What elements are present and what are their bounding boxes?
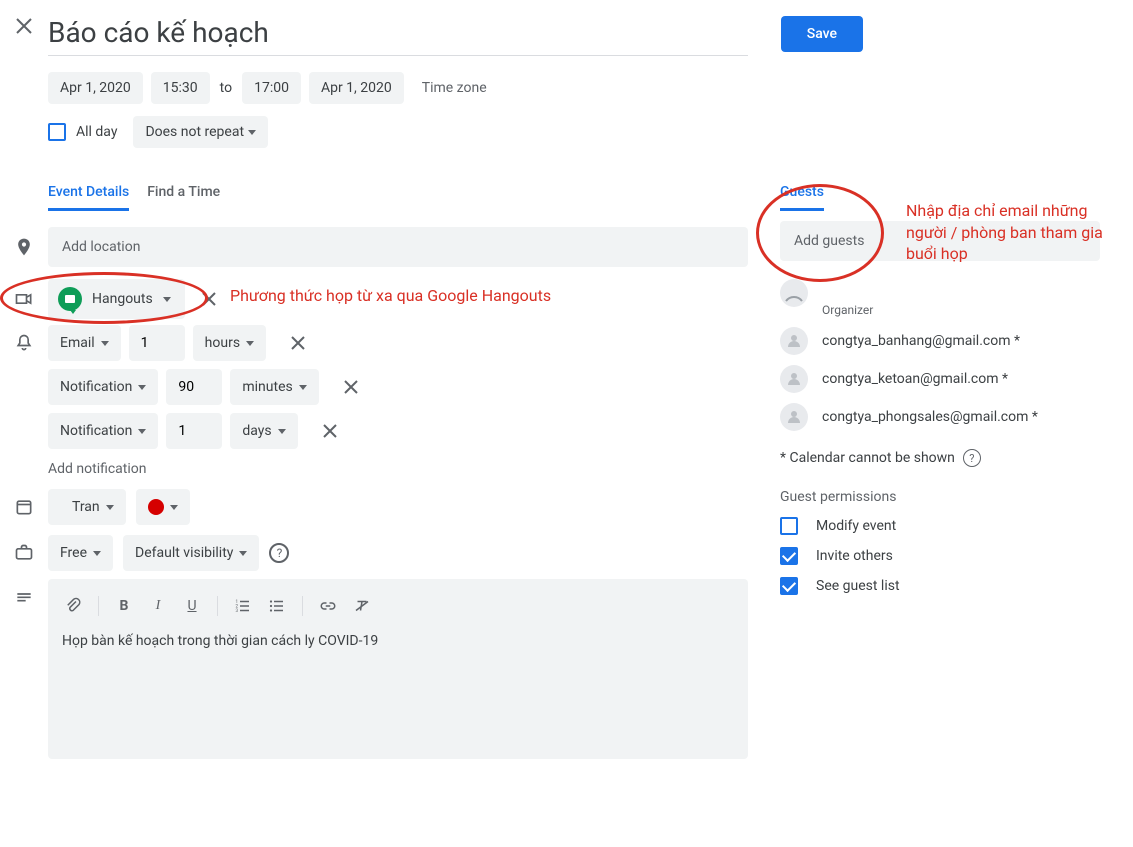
timezone-link[interactable]: Time zone bbox=[422, 80, 487, 96]
organizer-avatar bbox=[780, 279, 808, 307]
color-dot-icon bbox=[148, 499, 164, 515]
close-icon bbox=[15, 17, 33, 35]
guest-item[interactable]: congtya_banhang@gmail.com * bbox=[780, 327, 1125, 355]
location-input[interactable] bbox=[48, 227, 748, 267]
add-notification-link[interactable]: Add notification bbox=[48, 461, 760, 477]
visibility-help-icon[interactable]: ? bbox=[269, 543, 289, 563]
repeat-label: Does not repeat bbox=[145, 124, 244, 140]
clear-format-button[interactable] bbox=[347, 591, 377, 621]
description-text[interactable]: Họp bàn kế hoạch trong thời gian cách ly… bbox=[58, 631, 738, 651]
guest-item[interactable]: congtya_phongsales@gmail.com * bbox=[780, 403, 1125, 431]
modify-event-checkbox[interactable] bbox=[780, 517, 798, 535]
tab-find-a-time[interactable]: Find a Time bbox=[147, 176, 220, 211]
avatar-icon bbox=[780, 403, 808, 431]
location-icon bbox=[0, 237, 48, 257]
description-box[interactable]: B I U 123 Họp bàn kế hoạch trong thời gi… bbox=[48, 579, 748, 759]
underline-button[interactable]: U bbox=[177, 591, 207, 621]
guest-permissions-header: Guest permissions bbox=[780, 489, 1125, 505]
notif-value-1[interactable] bbox=[166, 369, 222, 405]
busy-free-select[interactable]: Free bbox=[48, 535, 113, 571]
start-date-chip[interactable]: Apr 1, 2020 bbox=[48, 72, 143, 104]
description-icon bbox=[0, 589, 48, 609]
hangouts-chip[interactable]: Hangouts bbox=[48, 279, 185, 319]
end-date-chip[interactable]: Apr 1, 2020 bbox=[309, 72, 404, 104]
event-title-input[interactable] bbox=[48, 14, 748, 56]
notif-type-select-2[interactable]: Notification bbox=[48, 413, 158, 449]
notif-type-select-1[interactable]: Notification bbox=[48, 369, 158, 405]
invite-others-label: Invite others bbox=[816, 548, 893, 564]
avatar-icon bbox=[780, 365, 808, 393]
caret-icon bbox=[163, 297, 171, 302]
event-color-select[interactable] bbox=[136, 489, 190, 525]
guest-email: congtya_banhang@gmail.com * bbox=[822, 333, 1020, 349]
invite-others-checkbox[interactable] bbox=[780, 547, 798, 565]
link-button[interactable] bbox=[313, 591, 343, 621]
hangouts-label: Hangouts bbox=[92, 291, 153, 307]
notif-unit-select-0[interactable]: hours bbox=[193, 325, 266, 361]
tab-event-details[interactable]: Event Details bbox=[48, 176, 129, 211]
remove-notif-2[interactable] bbox=[318, 419, 342, 443]
end-time-chip[interactable]: 17:00 bbox=[242, 72, 301, 104]
allday-label: All day bbox=[76, 124, 117, 140]
notif-type-select-0[interactable]: Email bbox=[48, 325, 121, 361]
x-icon bbox=[201, 291, 217, 307]
organizer-label: Organizer bbox=[822, 303, 1125, 317]
remove-notif-1[interactable] bbox=[339, 375, 363, 399]
visibility-select[interactable]: Default visibility bbox=[123, 535, 259, 571]
modify-event-label: Modify event bbox=[816, 518, 896, 534]
bold-button[interactable]: B bbox=[109, 591, 139, 621]
avatar-icon bbox=[780, 327, 808, 355]
briefcase-icon bbox=[0, 543, 48, 563]
bell-icon bbox=[0, 333, 48, 353]
caret-icon bbox=[248, 130, 256, 135]
italic-button[interactable]: I bbox=[143, 591, 173, 621]
remove-notif-0[interactable] bbox=[286, 331, 310, 355]
guest-item[interactable]: congtya_ketoan@gmail.com * bbox=[780, 365, 1125, 393]
see-guest-list-label: See guest list bbox=[816, 578, 900, 594]
add-guests-input[interactable] bbox=[780, 221, 1100, 261]
remove-conferencing-button[interactable] bbox=[197, 287, 221, 311]
calendar-select[interactable]: Tran bbox=[48, 489, 126, 525]
start-time-chip[interactable]: 15:30 bbox=[151, 72, 210, 104]
hangouts-icon bbox=[58, 287, 82, 311]
notif-unit-select-1[interactable]: minutes bbox=[230, 369, 318, 405]
attach-button[interactable] bbox=[58, 591, 88, 621]
notif-unit-select-2[interactable]: days bbox=[230, 413, 297, 449]
guests-tab[interactable]: Guests bbox=[780, 176, 824, 211]
svg-text:3: 3 bbox=[236, 608, 239, 614]
bulleted-list-button[interactable] bbox=[262, 591, 292, 621]
guest-email: congtya_ketoan@gmail.com * bbox=[822, 371, 1008, 387]
numbered-list-button[interactable]: 123 bbox=[228, 591, 258, 621]
see-guest-list-checkbox[interactable] bbox=[780, 577, 798, 595]
save-button[interactable]: Save bbox=[781, 16, 863, 52]
notif-value-2[interactable] bbox=[166, 413, 222, 449]
video-icon bbox=[0, 289, 48, 309]
to-label: to bbox=[218, 80, 234, 96]
guest-email: congtya_phongsales@gmail.com * bbox=[822, 409, 1038, 425]
calendar-cannot-shown: * Calendar cannot be shown ? bbox=[780, 449, 1125, 467]
calendar-icon bbox=[0, 497, 48, 517]
repeat-select[interactable]: Does not repeat bbox=[133, 116, 268, 148]
organizer-name bbox=[822, 285, 825, 301]
notif-value-0[interactable] bbox=[129, 325, 185, 361]
close-button[interactable] bbox=[12, 14, 36, 38]
allday-checkbox[interactable] bbox=[48, 123, 66, 141]
description-toolbar: B I U 123 bbox=[58, 587, 738, 631]
help-icon[interactable]: ? bbox=[963, 449, 981, 467]
